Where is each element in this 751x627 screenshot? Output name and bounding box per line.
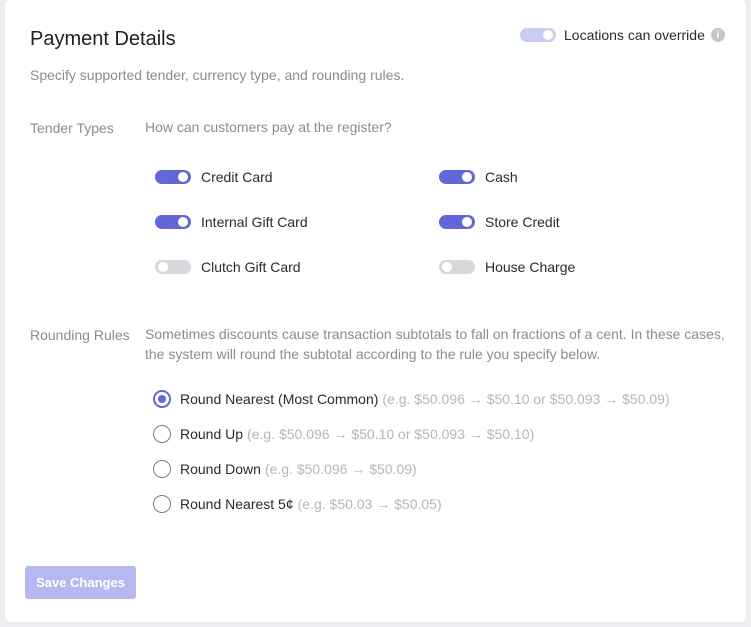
option-label: Round Nearest 5¢ (180, 496, 294, 512)
tender-store-credit: Store Credit (439, 214, 560, 230)
tender-label: Credit Card (201, 169, 273, 185)
round-nearest-option[interactable]: Round Nearest (Most Common) (e.g. $50.09… (153, 390, 670, 408)
round-down-option[interactable]: Round Down (e.g. $50.096 → $50.09) (153, 460, 417, 478)
round-down-radio[interactable] (153, 460, 171, 478)
internal-gift-card-toggle[interactable] (155, 215, 191, 229)
round-nearest-5-radio[interactable] (153, 495, 171, 513)
option-label: Round Nearest (Most Common) (180, 391, 379, 407)
option-example: (e.g. $50.096 → $50.09) (264, 461, 417, 477)
option-example: (e.g. $50.03 → $50.05) (297, 496, 442, 512)
credit-card-toggle[interactable] (155, 170, 191, 184)
override-control: Locations can override i (520, 27, 725, 43)
override-label: Locations can override (564, 27, 705, 43)
payment-details-card: Payment Details Locations can override i… (5, 0, 746, 622)
tender-label: Store Credit (485, 214, 560, 230)
toggle-knob (442, 262, 452, 272)
rounding-rules-label: Rounding Rules (30, 327, 130, 343)
page-title: Payment Details (30, 28, 176, 50)
tender-types-label: Tender Types (30, 120, 114, 136)
toggle-knob (543, 30, 553, 40)
tender-credit-card: Credit Card (155, 169, 273, 185)
toggle-knob (462, 217, 472, 227)
clutch-gift-card-toggle[interactable] (155, 260, 191, 274)
option-label: Round Down (180, 461, 261, 477)
toggle-knob (178, 217, 188, 227)
tender-label: Internal Gift Card (201, 214, 308, 230)
tender-label: Cash (485, 169, 518, 185)
cash-toggle[interactable] (439, 170, 475, 184)
tender-house-charge: House Charge (439, 259, 575, 275)
option-example: (e.g. $50.096 → $50.10 or $50.093 → $50.… (247, 426, 535, 442)
round-up-radio[interactable] (153, 425, 171, 443)
info-icon[interactable]: i (710, 28, 725, 42)
tender-clutch-gift-card: Clutch Gift Card (155, 259, 301, 275)
option-label: Round Up (180, 426, 244, 442)
toggle-knob (158, 262, 168, 272)
store-credit-toggle[interactable] (439, 215, 475, 229)
tender-cash: Cash (439, 169, 518, 185)
toggle-knob (178, 172, 188, 182)
option-example: (e.g. $50.096 → $50.10 or $50.093 → $50.… (382, 391, 670, 407)
round-nearest-5-option[interactable]: Round Nearest 5¢ (e.g. $50.03 → $50.05) (153, 495, 442, 513)
rounding-description: Sometimes discounts cause transaction su… (145, 326, 725, 362)
tender-label: Clutch Gift Card (201, 259, 301, 275)
tender-label: House Charge (485, 259, 576, 275)
tender-question: How can customers pay at the register? (145, 119, 392, 135)
round-nearest-radio[interactable] (153, 390, 171, 408)
save-changes-button[interactable]: Save Changes (25, 566, 136, 599)
tender-internal-gift-card: Internal Gift Card (155, 214, 308, 230)
override-toggle[interactable] (520, 28, 556, 42)
page-subtitle: Specify supported tender, currency type,… (30, 67, 405, 83)
toggle-knob (462, 172, 472, 182)
round-up-option[interactable]: Round Up (e.g. $50.096 → $50.10 or $50.0… (153, 425, 534, 443)
house-charge-toggle[interactable] (439, 260, 475, 274)
